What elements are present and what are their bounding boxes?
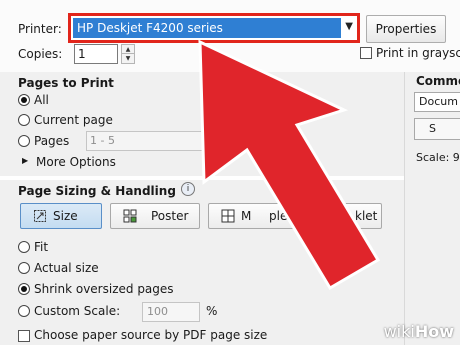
watermark-how: How (414, 322, 454, 341)
watermark: wikiHow (384, 322, 454, 341)
pointer-arrow-icon (198, 39, 381, 291)
arrow-shape (198, 39, 381, 291)
watermark-wiki: wiki (383, 322, 415, 341)
